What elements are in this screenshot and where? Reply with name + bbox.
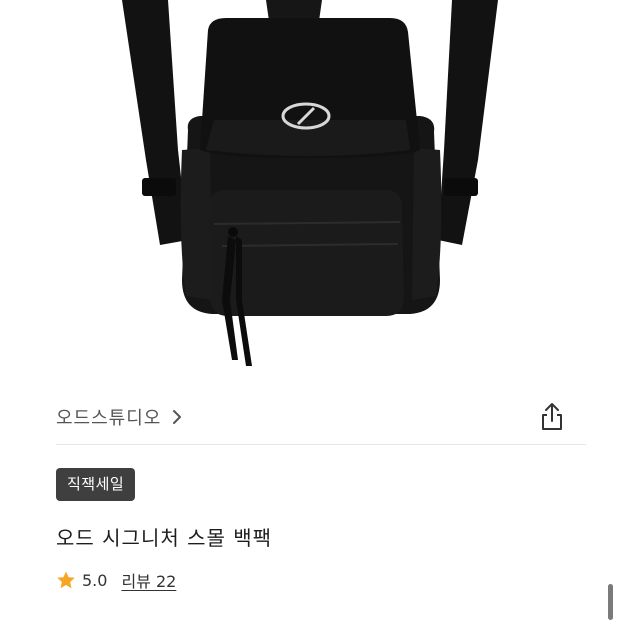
rating-row: 5.0 리뷰 22 [56, 568, 176, 592]
sale-badge: 직잭세일 [56, 468, 136, 501]
review-link[interactable]: 리뷰 22 [121, 568, 176, 592]
rating-value: 5.0 [82, 570, 108, 590]
brand-row: 오드스튜디오 [56, 398, 566, 436]
brand-link[interactable]: 오드스튜디오 [56, 404, 183, 430]
scrollbar-thumb[interactable] [608, 584, 613, 620]
product-title: 오드 시그니처 스몰 백팩 [56, 526, 273, 550]
product-image[interactable] [0, 0, 620, 385]
star-icon [57, 571, 75, 589]
share-icon[interactable] [538, 402, 566, 432]
divider [56, 444, 586, 445]
backpack-illustration [122, 0, 498, 366]
chevron-right-icon [173, 410, 182, 424]
brand-name: 오드스튜디오 [56, 408, 162, 429]
